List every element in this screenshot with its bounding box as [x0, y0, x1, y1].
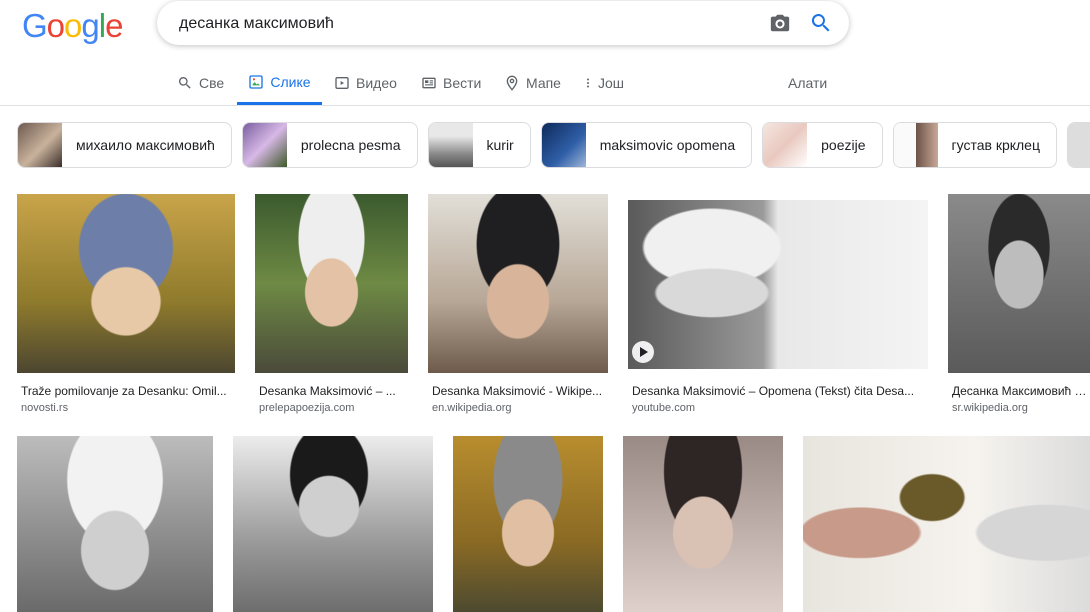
tab-label: Све	[199, 75, 225, 91]
chip-label: prolecna pesma	[300, 137, 401, 153]
result-image[interactable]	[623, 436, 783, 612]
chip[interactable]: prolecna pesma	[241, 122, 418, 168]
result-image[interactable]	[17, 194, 235, 373]
chip-thumbnail	[541, 123, 586, 167]
chip[interactable]: maksimovic opomena	[540, 122, 753, 168]
tab-more[interactable]: Још	[582, 62, 624, 104]
search-icon	[178, 77, 191, 89]
chip[interactable]: михаило максимовић	[17, 122, 232, 168]
chip[interactable]	[1066, 122, 1090, 168]
tab-label: Још	[598, 75, 625, 91]
logo-letter: e	[105, 7, 123, 44]
image-icon	[249, 75, 264, 89]
map-pin-icon	[506, 75, 518, 91]
result-image[interactable]	[233, 436, 433, 612]
result-image[interactable]	[428, 194, 608, 373]
google-logo[interactable]: Google	[22, 7, 123, 45]
news-icon	[422, 77, 436, 89]
result-source: youtube.com	[632, 402, 695, 414]
result-caption[interactable]: Traže pomilovanje za Desanku: Omil...	[21, 384, 235, 398]
chip[interactable]: poezije	[762, 122, 883, 168]
chip-thumbnail	[428, 123, 473, 167]
camera-icon[interactable]	[769, 12, 791, 34]
result-caption[interactable]: Desanka Maksimović – ...	[259, 384, 408, 398]
result-source: prelepapoezija.com	[259, 402, 355, 414]
tab-all[interactable]: Све	[177, 62, 224, 104]
chip-label: maksimovic opomena	[599, 137, 736, 153]
logo-letter: G	[22, 7, 48, 44]
result-image[interactable]	[948, 194, 1090, 373]
result-source: sr.wikipedia.org	[952, 402, 1028, 414]
tab-label: Вести	[443, 75, 482, 91]
result-image[interactable]	[453, 436, 603, 612]
result-caption[interactable]: Desanka Maksimović – Opomena (Tekst) čit…	[632, 384, 928, 398]
more-vert-icon	[587, 78, 589, 88]
tools-button[interactable]: Алати	[788, 62, 827, 104]
result-source: novosti.rs	[21, 402, 69, 414]
search-icon[interactable]	[809, 11, 833, 35]
search-box	[157, 1, 849, 47]
tab-images[interactable]: Слике	[237, 62, 322, 105]
chip-label: poezije	[821, 137, 866, 153]
video-icon	[335, 77, 349, 89]
logo-letter: o	[64, 7, 82, 44]
result-source: en.wikipedia.org	[432, 402, 512, 414]
result-caption[interactable]: Десанка Максимовић – ...	[952, 384, 1090, 398]
tab-label: Слике	[270, 74, 311, 90]
related-chips: михаило максимовић prolecna pesma kurir …	[17, 122, 1090, 168]
chip-thumbnail	[242, 123, 287, 167]
result-image[interactable]	[628, 200, 928, 369]
chip-thumbnail	[18, 123, 62, 167]
chip-thumbnail	[763, 123, 808, 167]
tab-news[interactable]: Вести	[421, 62, 481, 104]
chip-thumbnail	[893, 123, 938, 167]
chip-label: михаило максимовић	[76, 137, 215, 153]
chip[interactable]: густав крклец	[892, 122, 1057, 168]
chip-label: kurir	[486, 137, 514, 153]
chip[interactable]: kurir	[427, 122, 531, 168]
result-image[interactable]	[803, 436, 1090, 612]
play-icon	[632, 341, 654, 363]
search-tabs: Све Слике Видео Вести Мапе Још Алати	[0, 62, 1090, 106]
chip-label: густав крклец	[951, 137, 1040, 153]
tab-label: Видео	[356, 75, 397, 91]
tab-videos[interactable]: Видео	[334, 62, 397, 104]
logo-letter: o	[46, 7, 65, 44]
tab-maps[interactable]: Мапе	[504, 62, 561, 104]
logo-letter: g	[81, 7, 99, 44]
tab-label: Мапе	[526, 75, 561, 91]
search-input[interactable]	[177, 1, 741, 47]
result-image[interactable]	[255, 194, 408, 373]
result-image[interactable]	[17, 436, 213, 612]
result-caption[interactable]: Desanka Maksimović - Wikipe...	[432, 384, 608, 398]
chip-thumbnail	[1067, 123, 1090, 167]
tools-label: Алати	[788, 75, 828, 91]
